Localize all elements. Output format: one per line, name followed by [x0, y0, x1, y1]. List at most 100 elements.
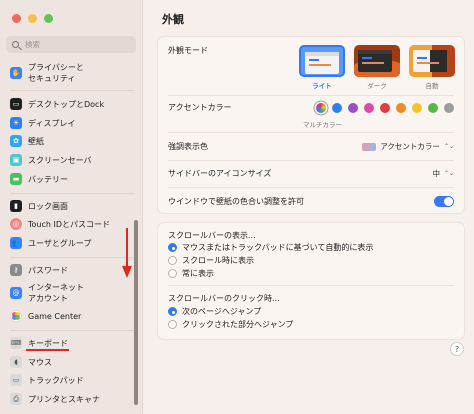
keyboard-icon: ⌨ — [10, 337, 22, 349]
radio-label: スクロール時に表示 — [182, 256, 254, 265]
search-placeholder: 検索 — [25, 40, 40, 49]
highlight-value: アクセントカラー — [380, 142, 440, 151]
sidebar-item-touch-id[interactable]: ◎ Touch IDとパスコード — [10, 218, 135, 230]
main-pane: 外観 外観モード ライト ダーク 自動 アクセントカラー マルチカラー 強調表示… — [144, 0, 474, 414]
click-option-next-page[interactable]: 次のページへジャンプ — [168, 306, 261, 317]
sidebar-item-mouse[interactable]: ◖ マウス — [10, 356, 135, 368]
radio-selected[interactable] — [168, 307, 177, 316]
sidebar-item-lock-screen[interactable]: ▮ ロック画面 — [10, 200, 135, 212]
search-input[interactable]: 検索 — [6, 36, 136, 53]
scrollbar-option-scrolling[interactable]: スクロール時に表示 — [168, 255, 254, 266]
accent-row: アクセントカラー — [168, 102, 454, 113]
sidebar-icon-size-select[interactable]: 中 ⌃⌄ — [432, 168, 454, 179]
sidebar-item-passwords[interactable]: ⚷ パスワード — [10, 264, 135, 276]
sidebar-item-label: Game Center — [28, 311, 82, 321]
radio-label: クリックされた部分へジャンプ — [182, 320, 294, 329]
minimize-button[interactable] — [28, 14, 37, 23]
hand-icon: ✋ — [10, 67, 22, 79]
sidebar-item-keyboard[interactable]: ⌨ キーボード — [10, 337, 135, 349]
appearance-auto-thumb[interactable] — [409, 45, 455, 77]
highlight-row: 強調表示色 アクセントカラー ⌃⌄ — [168, 141, 454, 152]
accent-swatch[interactable] — [380, 102, 390, 113]
sidebar-item-label: スクリーンセーバ — [28, 155, 92, 165]
sidebar-item-screensaver[interactable]: ▣ スクリーンセーバ — [10, 154, 135, 166]
accent-swatch[interactable] — [444, 102, 454, 113]
sidebar-item-battery[interactable]: ▬ バッテリー — [10, 173, 135, 185]
sidebar-item-wallpaper[interactable]: ✿ 壁紙 — [10, 135, 135, 147]
accent-swatch[interactable] — [428, 102, 438, 113]
sidebar-item-printers[interactable]: ⎙ プリンタとスキャナ — [10, 393, 135, 405]
appearance-light-thumb[interactable] — [299, 45, 345, 77]
tinting-row: ウインドウで壁紙の色合い調整を許可 — [168, 196, 454, 207]
sidebar-item-label: 壁紙 — [28, 136, 44, 146]
click-option-clicked-spot[interactable]: クリックされた部分へジャンプ — [168, 319, 293, 330]
appearance-dark-caption: ダーク — [367, 82, 387, 90]
tinting-toggle[interactable] — [434, 196, 454, 207]
sidebar-item-label-2: セキュリティ — [28, 74, 76, 83]
key-icon: ⚷ — [10, 264, 22, 276]
lock-icon: ▮ — [10, 200, 22, 212]
chevron-updown-icon: ⌃⌄ — [443, 143, 454, 150]
row-separator — [168, 95, 454, 96]
accent-swatch[interactable] — [412, 102, 422, 113]
close-button[interactable] — [12, 14, 21, 23]
radio-unselected[interactable] — [168, 256, 177, 265]
sidebar-item-trackpad[interactable]: ▭ トラックパッド — [10, 374, 135, 386]
sidebar-item-desktop-dock[interactable]: ▭ デスクトップとDock — [10, 98, 135, 110]
sidebar-item-users-groups[interactable]: 👥 ユーザとグループ — [10, 237, 135, 249]
appearance-dark-thumb[interactable] — [354, 45, 400, 77]
settings-window: 検索 ✋ プライバシーと セキュリティ ▭ デスクトップとDock ☀ ディスプ… — [0, 0, 474, 414]
sidebar-divider — [10, 193, 135, 194]
accent-swatch[interactable] — [332, 102, 342, 113]
accent-swatch[interactable] — [364, 102, 374, 113]
sidebar-item-label: プライバシーと — [28, 63, 84, 72]
radio-unselected[interactable] — [168, 320, 177, 329]
scrollbar-panel: スクロールバーの表示... マウスまたはトラックパッドに基づいて自動的に表示 ス… — [157, 222, 465, 340]
sidebar-item-display[interactable]: ☀ ディスプレイ — [10, 117, 135, 129]
radio-label: マウスまたはトラックパッドに基づいて自動的に表示 — [182, 243, 374, 252]
radio-unselected[interactable] — [168, 269, 177, 278]
help-button[interactable]: ? — [450, 342, 464, 356]
sidebar-item-internet-accounts[interactable]: @ インターネット アカウント — [10, 282, 135, 304]
appearance-label: 外観モード — [168, 46, 208, 55]
radio-selected[interactable] — [168, 243, 177, 252]
sidebar-item-label: キーボード — [28, 338, 68, 348]
scrollbar-option-always[interactable]: 常に表示 — [168, 268, 214, 279]
sidebar-item-label: ユーザとグループ — [28, 238, 92, 248]
row-separator — [168, 285, 454, 286]
at-icon: @ — [10, 287, 22, 299]
users-icon: 👥 — [10, 237, 22, 249]
sidebar: 検索 ✋ プライバシーと セキュリティ ▭ デスクトップとDock ☀ ディスプ… — [0, 0, 143, 414]
accent-swatch-multicolor[interactable] — [316, 102, 326, 113]
window-controls — [12, 14, 53, 23]
flower-icon: ✿ — [10, 135, 22, 147]
accent-label: アクセントカラー — [168, 103, 232, 112]
appearance-panel: 外観モード ライト ダーク 自動 アクセントカラー マルチカラー 強調表示色 ア… — [157, 36, 465, 214]
highlight-swatch — [362, 142, 377, 151]
sidebar-item-game-center[interactable]: Game Center — [10, 310, 135, 322]
accent-swatch[interactable] — [396, 102, 406, 113]
zoom-button[interactable] — [44, 14, 53, 23]
sidebar-divider — [10, 90, 135, 91]
page-title: 外観 — [162, 13, 184, 26]
scrollbar-option-auto[interactable]: マウスまたはトラックパッドに基づいて自動的に表示 — [168, 242, 373, 253]
sidebar-divider — [10, 330, 135, 331]
sidebar-scrollbar[interactable] — [134, 220, 138, 405]
annotation-underline — [26, 349, 69, 351]
sidebar-icon-size-value: 中 — [432, 169, 440, 178]
sidebar-item-label-2: アカウント — [28, 294, 68, 303]
sun-icon: ☀ — [10, 117, 22, 129]
sidebar-item-label: ロック画面 — [28, 201, 68, 211]
sidebar-item-privacy[interactable]: ✋ プライバシーと セキュリティ — [10, 62, 135, 84]
sidebar-item-label: デスクトップとDock — [28, 99, 105, 109]
scrollbar-click-label: スクロールバーのクリック時... — [168, 294, 280, 303]
accent-swatch[interactable] — [348, 102, 358, 113]
highlight-label: 強調表示色 — [168, 142, 208, 151]
sidebar-item-label: インターネット — [28, 283, 84, 292]
chevron-updown-icon: ⌃⌄ — [443, 170, 454, 177]
gamecenter-icon — [10, 310, 22, 322]
sidebar-item-label: バッテリー — [28, 174, 68, 184]
accent-caption: マルチカラー — [303, 121, 342, 129]
highlight-select[interactable]: アクセントカラー ⌃⌄ — [362, 141, 454, 152]
fingerprint-icon: ◎ — [10, 218, 22, 230]
